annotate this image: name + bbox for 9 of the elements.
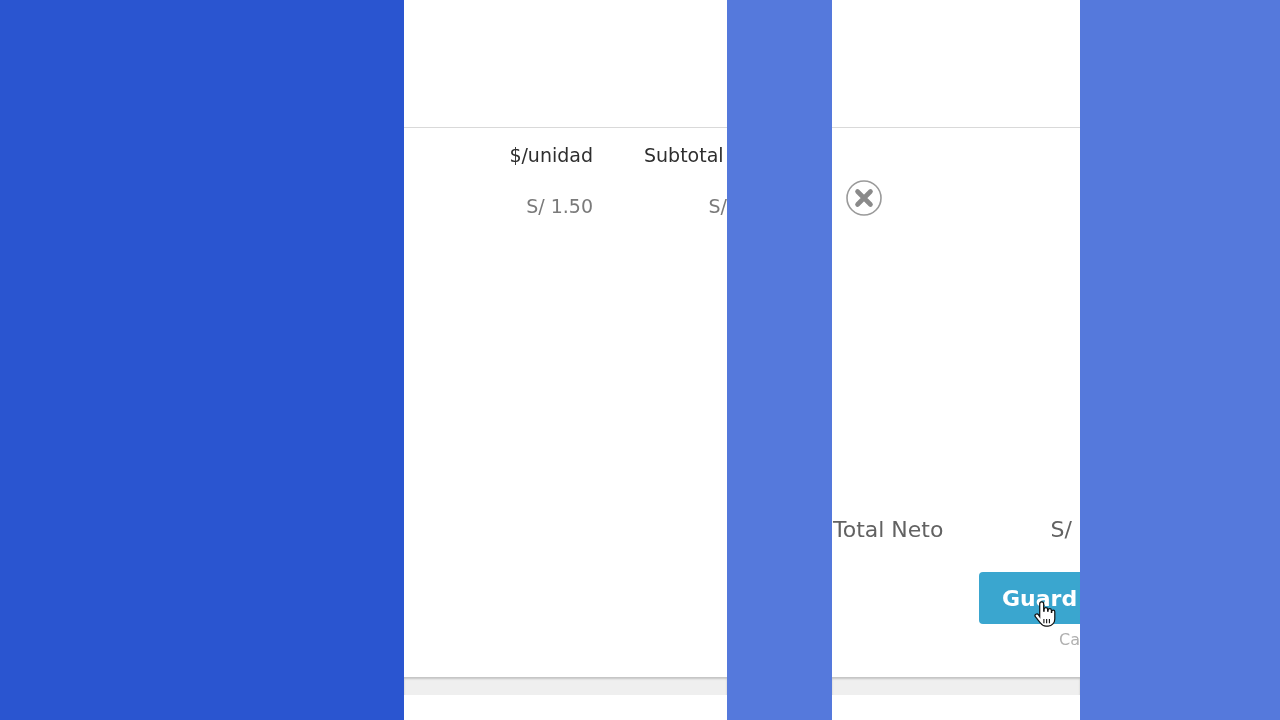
- primary-button[interactable]: Guard: [979, 572, 1080, 624]
- column-header: $/unidad: [508, 143, 593, 168]
- column-header: Subtotal: [644, 143, 725, 168]
- circle-x-icon[interactable]: [846, 180, 882, 216]
- total-label: Total Neto: [833, 516, 944, 542]
- secondary-link[interactable]: Ca: [1059, 631, 1080, 649]
- table-cell-text: S/ 1.50: [525, 194, 593, 219]
- total-value: S/: [1050, 516, 1072, 542]
- table-cell-text: S/: [707, 194, 727, 219]
